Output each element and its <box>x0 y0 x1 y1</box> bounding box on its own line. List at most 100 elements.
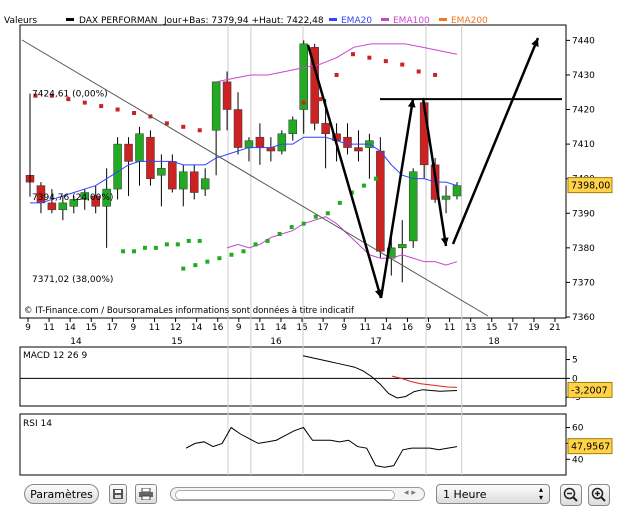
x-hour-label: 9 <box>341 323 347 333</box>
sar-dot <box>175 242 180 247</box>
y-tick-label: 7440 <box>572 36 595 46</box>
x-hour-label: 14 <box>191 323 203 333</box>
scroll-arrows-icon[interactable]: ◂ ▸ <box>404 488 416 498</box>
sar-dot <box>142 245 147 250</box>
rsi-title: RSI 14 <box>23 419 52 429</box>
candle-body <box>376 150 385 252</box>
sar-dot <box>229 252 234 257</box>
sar-dot <box>373 176 378 181</box>
candle-body <box>398 244 407 249</box>
sar-dot <box>337 200 342 205</box>
x-day-label: 15 <box>171 337 182 347</box>
candle-body <box>255 136 265 148</box>
candle-body <box>200 178 210 190</box>
x-hour-label: 11 <box>149 323 160 333</box>
sar-dot <box>132 249 137 254</box>
x-hour-label: 14 <box>381 323 393 333</box>
time-scrollbar[interactable] <box>170 487 425 501</box>
zoom-out-button[interactable] <box>560 484 582 506</box>
candle-body <box>299 43 308 110</box>
parameters-button[interactable]: Paramètres <box>24 484 99 504</box>
scrollbar-thumb[interactable] <box>175 490 395 500</box>
candle-body <box>179 171 188 190</box>
x-hour-label: 13 <box>465 323 476 333</box>
x-hour-label: 17 <box>107 323 118 333</box>
sar-dot <box>289 225 294 230</box>
x-hour-label: 15 <box>486 323 497 333</box>
y-tick-label: 7360 <box>572 313 595 323</box>
rsi-value-label: 47,9567 <box>571 442 610 453</box>
sar-dot <box>301 100 306 105</box>
ema100-swatch <box>381 18 389 21</box>
period-label: 1 Heure <box>443 487 487 501</box>
x-hour-label: 12 <box>170 323 181 333</box>
zoom-in-button[interactable] <box>588 484 610 506</box>
save-button[interactable] <box>109 484 127 504</box>
x-day-label: 18 <box>488 337 500 347</box>
macd-title: MACD 12 26 9 <box>23 351 87 361</box>
series-swatch <box>66 18 74 21</box>
y-tick-label: 7370 <box>572 278 595 288</box>
candle-body <box>58 202 68 211</box>
x-hour-label: 15 <box>86 323 97 333</box>
candle-body <box>277 133 287 152</box>
macd-panel <box>19 346 567 407</box>
candle-body <box>47 202 57 211</box>
sar-dot <box>121 249 126 254</box>
y-tick-label: 7430 <box>572 71 595 81</box>
candle-body <box>244 140 254 148</box>
save-icon <box>113 489 123 499</box>
sar-dot <box>217 256 222 261</box>
x-hour-label: 21 <box>549 323 560 333</box>
x-hour-label: 17 <box>507 323 518 333</box>
zoom-in-icon <box>591 487 606 502</box>
x-hour-label: 9 <box>25 323 31 333</box>
y-tick-label: 7390 <box>572 209 595 219</box>
x-day-label: 16 <box>270 337 282 347</box>
candle-body <box>408 171 418 242</box>
zoom-out-icon <box>563 487 578 502</box>
x-hour-label: 14 <box>64 323 76 333</box>
candle-body <box>168 161 177 190</box>
rsi-tick-label: 60 <box>572 424 584 434</box>
sar-dot <box>197 128 202 133</box>
sar-dot <box>400 62 405 67</box>
sar-dot <box>361 183 366 188</box>
print-icon <box>139 488 153 500</box>
sar-dot <box>301 221 306 226</box>
sar-dot <box>416 69 421 74</box>
rsi-panel <box>19 413 567 476</box>
period-select[interactable]: 1 Heure ▴ ▾ <box>436 484 550 504</box>
candle-body <box>343 136 352 148</box>
sar-dot <box>241 249 246 254</box>
x-day-label: 17 <box>370 337 381 347</box>
y-tick-label: 7380 <box>572 244 595 254</box>
x-hour-label: 9 <box>236 323 242 333</box>
sar-dot <box>367 55 372 60</box>
sar-dot <box>115 107 120 112</box>
x-hour-label: 17 <box>317 323 328 333</box>
chart-area: Valeurs DAX PERFORMAN Jour+Bas: 7379,94 +H… <box>4 16 613 476</box>
rsi-tick-label: 40 <box>572 455 584 465</box>
print-button[interactable] <box>135 484 157 504</box>
x-hour-label: 11 <box>254 323 265 333</box>
candle-body <box>321 123 330 134</box>
sar-dot <box>433 72 438 77</box>
sar-dot <box>350 52 355 57</box>
sar-dot <box>186 238 191 243</box>
candle-body <box>288 119 298 134</box>
ema100-label: EMA100 <box>393 16 430 26</box>
candle-body <box>233 109 243 148</box>
sar-dot <box>205 259 210 264</box>
sar-dot <box>82 100 87 105</box>
candle-body <box>222 81 232 110</box>
ema20-swatch <box>329 18 337 21</box>
sar-dot <box>99 104 104 109</box>
ema200-swatch <box>439 18 447 21</box>
candle-body <box>354 147 363 152</box>
y-tick-label: 7420 <box>572 106 595 116</box>
x-day-label: 14 <box>70 337 82 347</box>
fib-label-38: 7371,02 (38,00%) <box>32 275 113 285</box>
jour-info: Jour+Bas: 7379,94 +Haut: 7422,48 <box>163 16 324 26</box>
sar-dot <box>181 124 186 129</box>
